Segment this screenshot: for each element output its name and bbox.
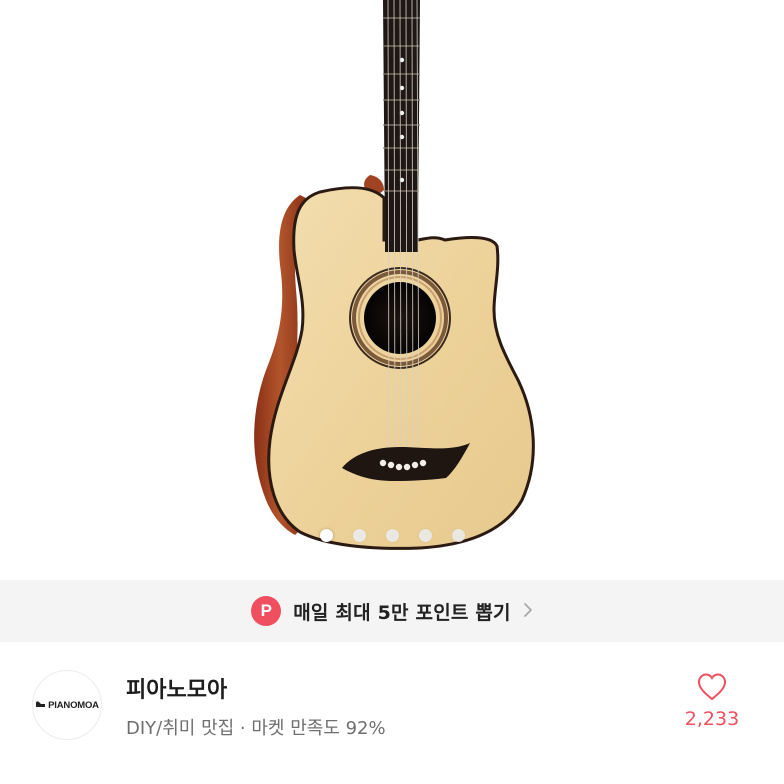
chevron-right-icon bbox=[523, 601, 533, 621]
seller-info[interactable]: PIANOMOA 피아노모아 DIY/취미 맛집 · 마켓 만족도 92% 2,… bbox=[0, 642, 784, 784]
heart-outline-icon bbox=[697, 673, 727, 701]
product-image-carousel[interactable] bbox=[0, 0, 784, 580]
carousel-indicator bbox=[0, 529, 784, 543]
carousel-dot[interactable] bbox=[353, 529, 366, 542]
seller-avatar[interactable]: PIANOMOA bbox=[32, 670, 102, 740]
seller-name[interactable]: 피아노모아 bbox=[126, 672, 227, 704]
carousel-dot[interactable] bbox=[320, 529, 333, 542]
carousel-dot[interactable] bbox=[419, 529, 432, 542]
like-button[interactable]: 2,233 bbox=[672, 672, 752, 730]
piano-logo-icon bbox=[36, 700, 46, 707]
seller-subtitle: DIY/취미 맛집 · 마켓 만족도 92% bbox=[126, 718, 386, 739]
acoustic-guitar-image bbox=[254, 0, 535, 550]
points-badge-icon: P bbox=[251, 596, 282, 626]
seller-logo-text: PIANOMOA bbox=[48, 699, 99, 711]
like-count: 2,233 bbox=[684, 708, 740, 730]
points-promo-banner[interactable]: P 매일 최대 5만 포인트 뽑기 bbox=[0, 580, 784, 642]
carousel-dot[interactable] bbox=[386, 529, 399, 542]
promo-text: 매일 최대 5만 포인트 뽑기 bbox=[293, 601, 511, 624]
carousel-dot[interactable] bbox=[452, 529, 465, 542]
